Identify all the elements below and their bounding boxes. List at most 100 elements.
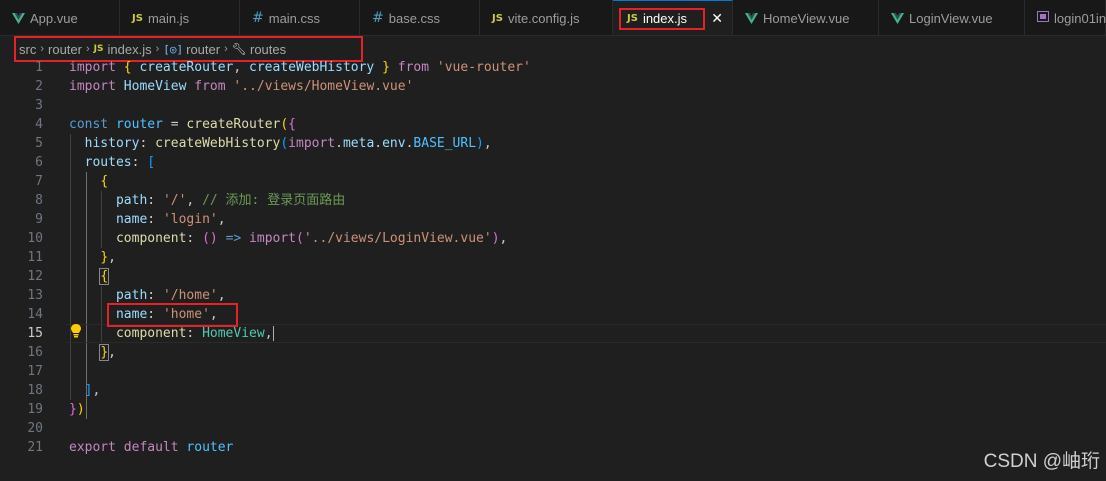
line-number: 16 [27,345,43,360]
chevron-right-icon: › [155,43,160,55]
code-text: component: () => import('../views/LoginV… [115,231,508,246]
chevron-right-icon: › [85,43,90,55]
code-line: 4 const router = createRouter({ [0,115,1106,134]
css-icon: # [372,10,384,26]
code-text: history: createWebHistory(import.meta.en… [84,136,492,151]
line-number: 21 [27,440,43,455]
code-text: }) [69,402,85,417]
tab-index-js[interactable]: JS index.js ✕ [613,0,733,35]
code-line: 5 history: createWebHistory(import.meta.… [0,134,1106,153]
editor-tab-bar: App.vue JS main.js # main.css # base.css… [0,0,1106,36]
line-number: 20 [27,421,43,436]
watermark: CSDN @岫珩 [983,451,1100,472]
code-line: 8 path: '/', // 添加: 登录页面路由 [0,191,1106,210]
code-text: path: '/', // 添加: 登录页面路由 [115,193,346,208]
code-line: 3 [0,96,1106,115]
tab-label: login01in [1054,10,1106,26]
tab-label: main.js [147,10,190,26]
code-line: 20 [0,419,1106,438]
breadcrumb-item-src[interactable]: src [19,42,36,57]
code-line: 6 routes: [ [0,153,1106,172]
code-text: import HomeView from '../views/HomeView.… [69,79,414,94]
code-line: 1 import { createRouter, createWebHistor… [0,58,1106,77]
line-number: 15 [27,326,43,341]
vue-icon [745,12,758,24]
line-number: 4 [35,117,43,132]
line-number: 19 [27,402,43,417]
code-text: { [99,268,110,285]
js-icon: JS [627,13,638,24]
lightbulb-icon[interactable] [70,323,82,339]
code-text: routes: [ [84,155,156,170]
breadcrumb-item-index-js[interactable]: JS index.js [94,42,152,57]
tab-homeview-vue[interactable]: HomeView.vue [733,0,879,35]
chevron-right-icon: › [224,43,228,55]
css-icon: # [252,10,264,26]
line-number: 9 [35,212,43,227]
chevron-right-icon: › [40,43,45,55]
code-text: }, [99,344,116,361]
code-line: 19 }) [0,400,1106,419]
line-number: 6 [35,155,43,170]
close-tab-icon[interactable]: ✕ [711,10,723,27]
line-number: 13 [27,288,43,303]
line-number: 7 [35,174,43,189]
code-text: }, [100,250,116,265]
code-line: 17 [0,362,1106,381]
code-line: 16 }, [0,343,1106,362]
tab-base-css[interactable]: # base.css [360,0,480,35]
line-number: 17 [27,364,43,379]
js-icon: JS [132,12,143,24]
line-number: 10 [27,231,43,246]
module-symbol-icon: [◎] [163,42,184,56]
tab-label: index.js [642,11,688,26]
code-line: 21 export default router [0,438,1106,457]
tab-label: HomeView.vue [763,10,850,26]
annotation-highlight-box [107,303,238,327]
line-number: 2 [35,79,43,94]
line-number: 3 [35,98,43,113]
js-icon: JS [492,12,503,24]
tab-label: vite.config.js [507,10,580,26]
tab-label: base.css [388,10,441,26]
line-number: 14 [27,307,43,322]
tab-loginview-vue[interactable]: LoginView.vue [879,0,1025,35]
breadcrumb-item-router-folder[interactable]: router [48,42,82,57]
line-number: 18 [27,383,43,398]
code-line: 9 name: 'login', [0,210,1106,229]
breadcrumb-item-routes[interactable]: 🔧︎ routes [232,42,286,57]
tab-label: LoginView.vue [909,10,993,26]
tab-main-css[interactable]: # main.css [240,0,360,35]
code-line: 11 }, [0,248,1106,267]
code-text: name: 'login', [115,212,226,227]
code-line: 2 import HomeView from '../views/HomeVie… [0,77,1106,96]
text-cursor [272,326,274,341]
code-text: ], [84,383,101,398]
line-number: 5 [35,136,43,151]
line-number: 1 [35,60,43,75]
line-number: 11 [27,250,43,265]
code-editor[interactable]: 1 import { createRouter, createWebHistor… [0,58,1106,481]
line-number: 8 [35,193,43,208]
wrench-icon: 🔧︎ [231,42,247,56]
tab-main-js[interactable]: JS main.js [120,0,240,35]
js-icon: JS [93,44,104,54]
vue-icon [12,12,25,24]
code-line: 18 ], [0,381,1106,400]
active-tab-highlight-box: JS index.js [619,7,706,30]
code-text: export default router [69,440,234,455]
code-text: import { createRouter, createWebHistory … [69,60,531,75]
code-text: { [100,174,109,189]
tab-label: main.css [268,10,321,26]
code-line: 10 component: () => import('../views/Log… [0,229,1106,248]
code-line: 7 { [0,172,1106,191]
code-text: const router = createRouter({ [69,117,296,132]
tab-app-vue[interactable]: App.vue [0,0,120,35]
tab-login01in[interactable]: login01in [1025,0,1106,35]
breadcrumb-bar: src › router › JS index.js › [◎] router … [0,36,1106,62]
breadcrumb-item-router-symbol[interactable]: [◎] router [163,42,220,57]
line-number: 12 [27,269,43,284]
tab-vite-config-js[interactable]: JS vite.config.js [480,0,613,35]
vue-icon [891,12,904,24]
file-icon [1037,11,1049,25]
